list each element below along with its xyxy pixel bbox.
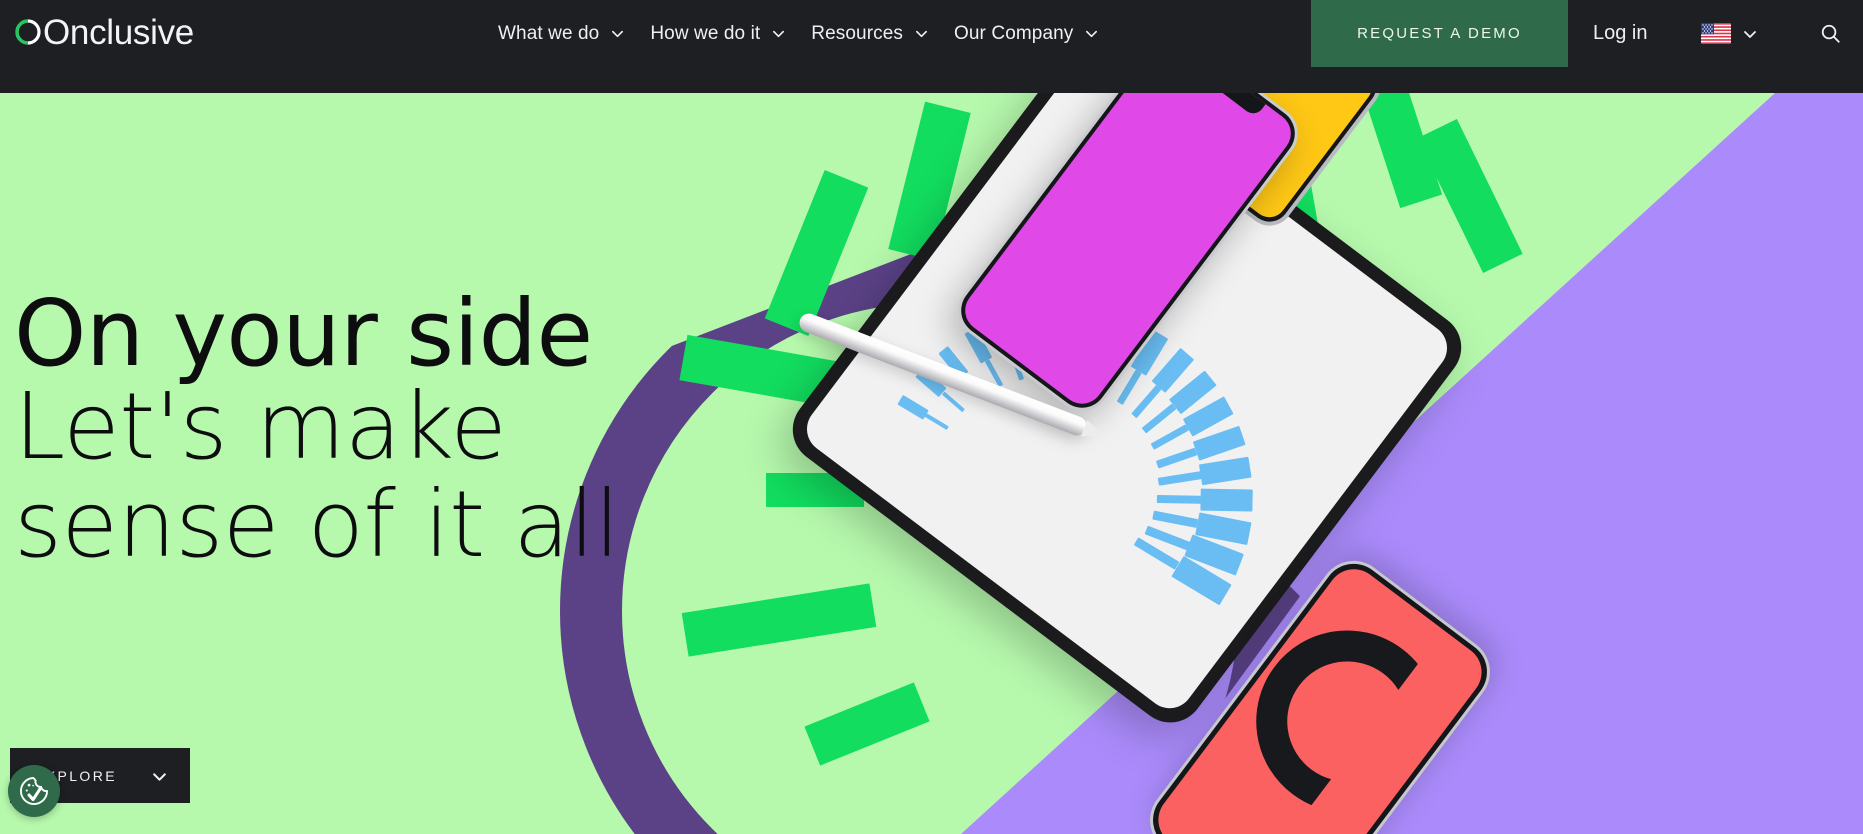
logo-text: Onclusive (43, 12, 194, 52)
main-nav: What we do How we do it Resources Our Co… (498, 0, 1124, 67)
gauge-tick (1157, 471, 1202, 486)
search-icon[interactable] (1808, 0, 1852, 67)
hero-text-block: On your side Let's make sense of it all (14, 280, 714, 578)
logo[interactable]: Onclusive (14, 6, 194, 58)
site-header: Onclusive What we do How we do it Resour… (0, 0, 1863, 93)
gauge-tick (1142, 403, 1177, 434)
hero-headline-line1: On your side (14, 280, 593, 387)
chevron-down-icon (771, 26, 786, 41)
us-flag-icon (1701, 23, 1731, 44)
login-link[interactable]: Log in (1593, 0, 1648, 67)
cookie-consent-button[interactable] (8, 765, 60, 817)
nav-item-resources[interactable]: Resources (811, 0, 942, 67)
nav-item-our-company[interactable]: Our Company (954, 0, 1112, 67)
language-selector[interactable] (1701, 0, 1757, 67)
ring-icon (15, 19, 41, 45)
nav-item-what-we-do[interactable]: What we do (498, 0, 638, 67)
gauge-tick (1150, 424, 1190, 451)
gauge-tick (924, 412, 949, 430)
gauge-tick (941, 391, 965, 413)
request-a-demo-button[interactable]: REQUEST A DEMO (1311, 0, 1568, 67)
nav-item-label: What we do (498, 22, 600, 44)
gauge-bar (1199, 457, 1252, 486)
gauge-tick (1151, 510, 1198, 528)
nav-item-label: Resources (811, 22, 904, 44)
cookie-consent-icon (20, 777, 48, 805)
gauge-tick (1156, 494, 1202, 504)
chevron-down-icon (151, 768, 166, 783)
nav-item-label: How we do it (650, 22, 761, 44)
nav-item-how-we-do-it[interactable]: How we do it (650, 0, 799, 67)
chevron-down-icon (914, 26, 929, 41)
nav-item-label: Our Company (954, 22, 1074, 44)
chevron-down-icon (610, 26, 625, 41)
gauge-bar (1200, 488, 1253, 512)
gauge-tick (1155, 447, 1198, 469)
phone-notch (1193, 93, 1266, 118)
hero-section: On your side Let's make sense of it all (0, 93, 1863, 834)
hero-headline-line2: Let's make sense of it all (14, 373, 620, 578)
chevron-down-icon (1742, 26, 1757, 41)
chevron-down-icon (1084, 26, 1099, 41)
page-root: Onclusive What we do How we do it Resour… (0, 0, 1863, 834)
gauge-tick (1130, 385, 1161, 419)
